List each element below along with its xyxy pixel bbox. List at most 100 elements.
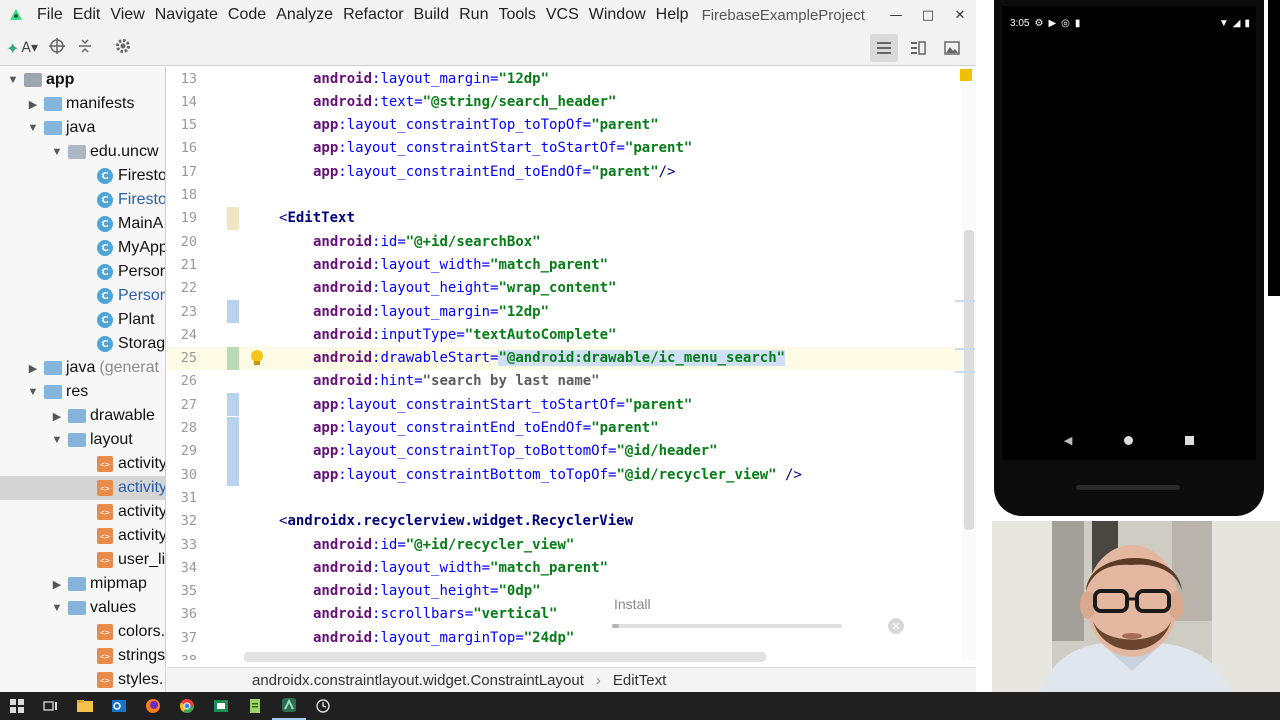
- tree-item[interactable]: ▶ java (generat: [0, 356, 165, 380]
- code-line[interactable]: 26 android:hint="search by last name": [167, 370, 962, 393]
- code-line[interactable]: 24 android:inputType="textAutoComplete": [167, 323, 962, 346]
- tree-item[interactable]: C Firesto: [0, 188, 165, 212]
- code-line[interactable]: 25 android:drawableStart="@android:drawab…: [167, 346, 962, 370]
- minimize-button[interactable]: —: [880, 0, 912, 30]
- menu-run[interactable]: Run: [454, 0, 493, 30]
- menu-view[interactable]: View: [105, 0, 149, 30]
- document-app-icon[interactable]: [238, 692, 272, 720]
- code-line[interactable]: 22 android:layout_height="wrap_content": [167, 277, 962, 300]
- split-view-button[interactable]: [904, 34, 932, 62]
- tree-item[interactable]: ▼ res: [0, 380, 165, 404]
- chevron-right-icon[interactable]: ▶: [50, 578, 64, 591]
- menu-refactor[interactable]: Refactor: [338, 0, 408, 30]
- emulator-screen[interactable]: [1002, 6, 1256, 460]
- android-view-icon[interactable]: ✦: [6, 39, 19, 58]
- tree-item[interactable]: <> user_li: [0, 548, 165, 572]
- change-marker[interactable]: [227, 393, 239, 417]
- change-marker[interactable]: [227, 416, 239, 440]
- lightbulb-icon[interactable]: [249, 349, 265, 367]
- code-line[interactable]: 15 app:layout_constraintTop_toTopOf="pare…: [167, 114, 962, 137]
- tree-item[interactable]: C Person: [0, 284, 165, 308]
- tree-item[interactable]: C Plant: [0, 308, 165, 332]
- change-marker[interactable]: [227, 206, 239, 230]
- code-line[interactable]: 23 android:layout_margin="12dp": [167, 300, 962, 323]
- chrome-icon[interactable]: [170, 692, 204, 720]
- tree-item[interactable]: <> activity: [0, 500, 165, 524]
- code-line[interactable]: 13 android:layout_margin="12dp": [167, 67, 962, 90]
- tree-item[interactable]: C Storag: [0, 332, 165, 356]
- tree-item[interactable]: C MyApp: [0, 236, 165, 260]
- code-line[interactable]: 16 app:layout_constraintStart_toStartOf="…: [167, 137, 962, 160]
- tree-item[interactable]: C Person: [0, 260, 165, 284]
- menu-tools[interactable]: Tools: [493, 0, 540, 30]
- back-nav-icon[interactable]: ◀: [1064, 434, 1072, 447]
- code-line[interactable]: 28 app:layout_constraintEnd_toEndOf="pare…: [167, 416, 962, 440]
- menu-vcs[interactable]: VCS: [541, 0, 584, 30]
- tree-item[interactable]: <> strings: [0, 644, 165, 668]
- code-line[interactable]: 33 android:id="@+id/recycler_view": [167, 533, 962, 556]
- chevron-down-icon[interactable]: ▼: [6, 74, 20, 86]
- chevron-right-icon[interactable]: ▶: [26, 362, 40, 375]
- android-studio-task-icon[interactable]: [272, 692, 306, 720]
- code-line[interactable]: 14 android:text="@string/search_header": [167, 90, 962, 113]
- editor-horizontal-scrollbar[interactable]: [244, 652, 766, 662]
- menu-code[interactable]: Code: [223, 0, 271, 30]
- chevron-down-icon[interactable]: ▼: [26, 122, 40, 134]
- code-line[interactable]: 21 android:layout_width="match_parent": [167, 253, 962, 276]
- code-line[interactable]: 17 app:layout_constraintEnd_toEndOf="pare…: [167, 160, 962, 183]
- editor-scrollbar-thumb[interactable]: [964, 230, 974, 530]
- design-view-button[interactable]: [938, 34, 966, 62]
- locate-icon[interactable]: [48, 37, 66, 59]
- chevron-right-icon[interactable]: ▶: [50, 410, 64, 423]
- chevron-down-icon[interactable]: ▼: [50, 434, 64, 446]
- close-window-button[interactable]: ✕: [944, 0, 976, 30]
- tree-item[interactable]: C MainA: [0, 212, 165, 236]
- chevron-down-icon[interactable]: ▼: [50, 602, 64, 614]
- tree-item[interactable]: ▶ manifests: [0, 92, 165, 116]
- tree-item[interactable]: ▼ edu.uncw: [0, 140, 165, 164]
- change-marker[interactable]: [227, 463, 239, 487]
- change-marker[interactable]: [227, 300, 239, 323]
- code-line[interactable]: 32 <androidx.recyclerview.widget.Recycler…: [167, 510, 962, 533]
- menu-analyze[interactable]: Analyze: [271, 0, 338, 30]
- code-line[interactable]: 34 android:layout_width="match_parent": [167, 556, 962, 579]
- menu-build[interactable]: Build: [409, 0, 455, 30]
- tree-item[interactable]: <> colors.: [0, 620, 165, 644]
- warning-indicator-icon[interactable]: [960, 69, 972, 81]
- home-nav-icon[interactable]: [1124, 435, 1134, 445]
- code-line[interactable]: 27 app:layout_constraintStart_toStartOf="…: [167, 393, 962, 417]
- code-view-button[interactable]: [870, 34, 898, 62]
- recents-nav-icon[interactable]: [1185, 435, 1195, 445]
- chevron-down-icon[interactable]: ▼: [26, 386, 40, 398]
- tree-item[interactable]: ▼ java: [0, 116, 165, 140]
- change-marker[interactable]: [227, 439, 239, 463]
- tree-item[interactable]: ▼ app: [0, 68, 165, 92]
- tree-item[interactable]: <> activity: [0, 524, 165, 548]
- outlook-icon[interactable]: [102, 692, 136, 720]
- code-line[interactable]: 20 android:id="@+id/searchBox": [167, 230, 962, 253]
- tree-item[interactable]: <> styles.: [0, 668, 165, 692]
- breadcrumb-item[interactable]: androidx.constraintlayout.widget.Constra…: [252, 672, 584, 689]
- firefox-icon[interactable]: [136, 692, 170, 720]
- gear-icon[interactable]: [114, 37, 132, 59]
- close-icon[interactable]: ✕: [888, 618, 904, 634]
- tree-item[interactable]: ▶ drawable: [0, 404, 165, 428]
- task-view-icon[interactable]: [34, 692, 68, 720]
- tree-item[interactable]: <> activity: [0, 476, 165, 500]
- menu-edit[interactable]: Edit: [68, 0, 106, 30]
- spreadsheet-app-icon[interactable]: [204, 692, 238, 720]
- tree-item[interactable]: <> activity: [0, 452, 165, 476]
- clock-app-icon[interactable]: [306, 692, 340, 720]
- code-line[interactable]: 30 app:layout_constraintBottom_toTopOf="@…: [167, 463, 962, 487]
- menu-help[interactable]: Help: [651, 0, 694, 30]
- change-marker[interactable]: [227, 346, 239, 370]
- code-line[interactable]: 19 <EditText: [167, 206, 962, 230]
- collapse-all-icon[interactable]: [76, 37, 94, 59]
- menu-file[interactable]: File: [32, 0, 68, 30]
- tree-item[interactable]: C Firesto: [0, 164, 165, 188]
- code-line[interactable]: 31: [167, 486, 962, 509]
- windows-start-icon[interactable]: [0, 692, 34, 720]
- menu-navigate[interactable]: Navigate: [150, 0, 223, 30]
- view-selector[interactable]: A▾: [21, 40, 38, 56]
- menu-window[interactable]: Window: [584, 0, 651, 30]
